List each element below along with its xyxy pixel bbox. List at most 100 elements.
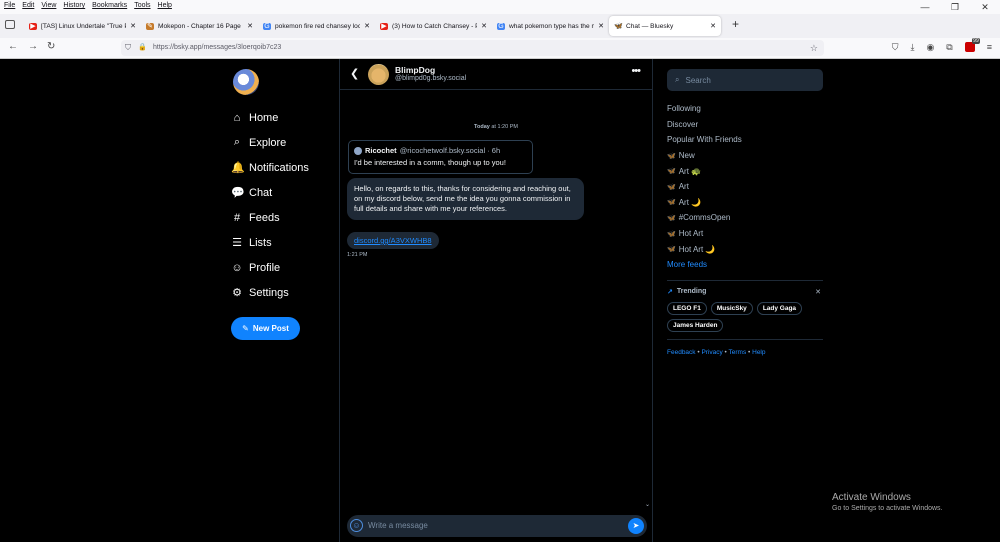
footer-link-privacy[interactable]: Privacy [701, 349, 722, 356]
feed-item[interactable]: 🦋 Art 🐢 [667, 163, 823, 179]
feed-item[interactable]: Following [667, 101, 823, 117]
trending-title: Trending [676, 288, 707, 296]
back-arrow-icon[interactable]: ← [8, 41, 18, 52]
feed-item[interactable]: Discover [667, 117, 823, 133]
more-feeds-link[interactable]: More feeds [667, 257, 823, 273]
bookmark-star-icon[interactable]: ☆ [810, 40, 818, 56]
tab-list-icon[interactable] [5, 20, 15, 29]
feed-item[interactable]: 🦋 Art 🌙 [667, 195, 823, 211]
trending-pill[interactable]: Lady Gaga [756, 301, 803, 315]
sidebar-item-feeds[interactable]: # Feeds [231, 205, 331, 230]
search-input[interactable]: ⌕ Search [667, 69, 823, 91]
sidebar-item-explore[interactable]: ⌕ Explore [231, 130, 331, 155]
sidebar-item-lists[interactable]: ☰ Lists [231, 230, 331, 255]
trending-header: ↗ Trending ✕ [667, 288, 823, 296]
lock-icon[interactable]: 🔒 [138, 40, 147, 56]
sidebar-nav: ⌂ Home ⌕ Explore 🔔 Notifications 💬 Chat # Feeds ☰ L… [231, 105, 331, 305]
message-input[interactable]: Write a message [368, 521, 428, 530]
footer-link-terms[interactable]: Terms [729, 349, 747, 356]
close-tab-icon[interactable]: ✕ [130, 22, 136, 30]
account-icon[interactable]: ◉ [926, 42, 934, 53]
butterfly-icon: 🦋 [667, 199, 676, 207]
reload-icon[interactable]: ↻ [47, 41, 55, 52]
back-chevron-icon[interactable]: ❮ [350, 67, 359, 80]
feed-label: Following [667, 104, 701, 114]
user-avatar[interactable] [233, 69, 259, 95]
message-composer[interactable]: ☺ Write a message ➤ [347, 515, 647, 537]
footer-link-help[interactable]: Help [752, 349, 765, 356]
url-bar[interactable]: ⛉ 🔒 https://bsky.app/messages/3loerqoib7… [121, 40, 824, 56]
more-options-icon[interactable]: ••• [631, 65, 641, 77]
trending-pills: LEGO F1 MusicSky Lady Gaga James Harden [667, 301, 817, 332]
butterfly-icon: 🦋 [667, 230, 676, 238]
browser-tab[interactable]: 🦋 Chat — Bluesky ✕ [609, 16, 721, 36]
feed-item[interactable]: Popular With Friends [667, 132, 823, 148]
trending-pill[interactable]: James Harden [667, 318, 724, 332]
forward-arrow-icon[interactable]: → [28, 41, 38, 52]
new-post-button[interactable]: ✎ New Post [231, 317, 300, 340]
sidebar-item-chat[interactable]: 💬 Chat [231, 180, 331, 205]
tab-favicon-icon: G [263, 22, 271, 30]
ublock-icon[interactable]: 99 [964, 38, 980, 52]
quoted-post[interactable]: Ricochet @ricochetwolf.bsky.social · 6h … [348, 140, 533, 174]
menu-history[interactable]: History [63, 0, 85, 11]
app-menu-icon[interactable]: ≡ [987, 42, 992, 53]
feed-item[interactable]: 🦋 Hot Art [667, 226, 823, 242]
close-tab-icon[interactable]: ✕ [481, 22, 487, 30]
shield-icon[interactable]: ⛉ [125, 40, 131, 56]
close-tab-icon[interactable]: ✕ [710, 22, 716, 30]
contact-name[interactable]: BlimpDog [395, 65, 435, 75]
restore-button[interactable]: ❐ [940, 0, 970, 14]
tab-title: [TAS] Linux Undertale "True Paci [41, 22, 126, 30]
tab-title: (3) How to Catch Chansey - Poke [392, 22, 477, 30]
close-window-button[interactable]: ✕ [970, 0, 1000, 14]
feed-item[interactable]: 🦋 Hot Art 🌙 [667, 241, 823, 257]
scroll-down-icon[interactable]: ⌄ [645, 501, 650, 508]
discord-link[interactable]: discord.gg/A3VXWHB8 [354, 236, 432, 245]
menu-edit[interactable]: Edit [22, 0, 34, 11]
menu-tools[interactable]: Tools [134, 0, 150, 11]
download-icon[interactable]: ⤓ [910, 42, 914, 53]
menu-view[interactable]: View [41, 0, 56, 11]
send-icon[interactable]: ➤ [628, 518, 644, 534]
url-text: https://bsky.app/messages/3loerqoib7c23 [153, 44, 282, 51]
browser-tab[interactable]: Gpokemon fire red chansey locat ✕ [258, 16, 375, 36]
close-tab-icon[interactable]: ✕ [247, 22, 253, 30]
extensions-icon[interactable]: ⧉ [946, 42, 952, 53]
trending-pill[interactable]: MusicSky [710, 301, 753, 315]
browser-tab[interactable]: ▶ [TAS] Linux Undertale "True Paci ✕ [24, 16, 141, 36]
tab-title: Chat — Bluesky [626, 22, 674, 30]
menu-file[interactable]: File [4, 0, 15, 11]
feed-label: Discover [667, 119, 699, 129]
new-post-label: New Post [252, 324, 289, 333]
footer-link-feedback[interactable]: Feedback [667, 349, 696, 356]
browser-tab[interactable]: ▶ (3) How to Catch Chansey - Poke ✕ [375, 16, 492, 36]
sidebar-item-profile[interactable]: ☺ Profile [231, 255, 331, 280]
contact-avatar[interactable] [368, 64, 389, 85]
sidebar-item-notifications[interactable]: 🔔 Notifications [231, 155, 331, 180]
emoji-icon[interactable]: ☺ [350, 519, 363, 532]
profile-icon: ☺ [231, 261, 243, 274]
minimize-button[interactable]: — [910, 0, 940, 14]
lists-icon: ☰ [232, 237, 242, 249]
close-trending-icon[interactable]: ✕ [815, 288, 821, 296]
sidebar-item-settings[interactable]: ⚙ Settings [231, 280, 331, 305]
pocket-icon[interactable]: ⛉ [892, 42, 899, 53]
trending-pill[interactable]: LEGO F1 [667, 301, 707, 315]
tab-favicon-icon: G [497, 22, 505, 30]
menu-bookmarks[interactable]: Bookmarks [92, 0, 127, 11]
feed-label: Hot Art [678, 229, 704, 239]
new-tab-button[interactable]: + [732, 17, 739, 31]
browser-tab[interactable]: Gwhat pokemon type has the mos ✕ [492, 16, 609, 36]
feed-item[interactable]: 🦋 #CommsOpen [667, 210, 823, 226]
sidebar-item-label: Home [249, 111, 279, 124]
feed-label: Art [678, 182, 689, 192]
close-tab-icon[interactable]: ✕ [364, 22, 370, 30]
close-tab-icon[interactable]: ✕ [598, 22, 604, 30]
quote-author-name: Ricochet [365, 146, 397, 155]
feed-item[interactable]: 🦋 New [667, 148, 823, 164]
feed-item[interactable]: 🦋 Art [667, 179, 823, 195]
menu-help[interactable]: Help [158, 0, 172, 11]
browser-tab[interactable]: ✎ Mokepon - Chapter 16 Page 60 ✕ [141, 16, 258, 36]
sidebar-item-home[interactable]: ⌂ Home [231, 105, 331, 130]
